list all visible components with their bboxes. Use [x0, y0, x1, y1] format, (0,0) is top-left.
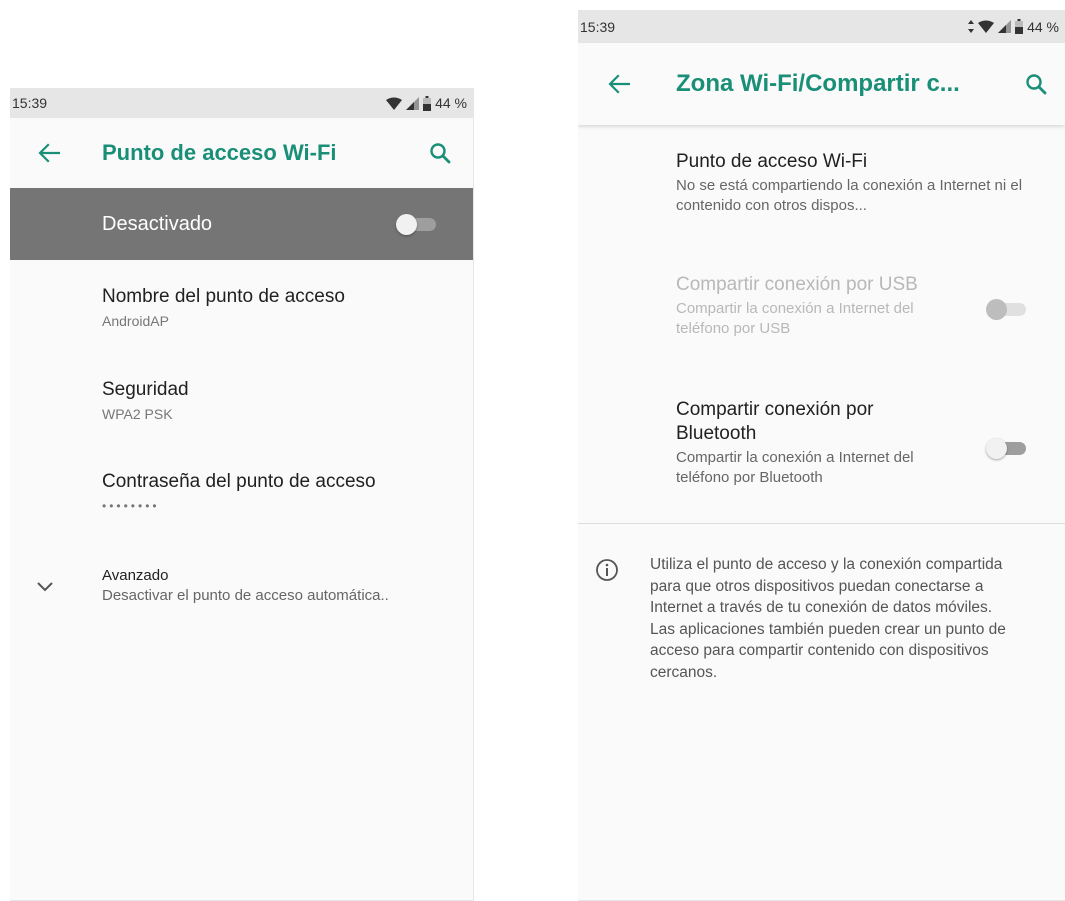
battery-percent: 44 % [435, 95, 467, 111]
list-item-advanced[interactable]: Avanzado Desactivar el punto de acceso a… [102, 566, 461, 606]
info-icon [596, 559, 618, 581]
status-bar: 15:39 44 % [10, 88, 473, 118]
arrow-left-icon [608, 74, 630, 94]
divider [578, 523, 1065, 524]
bluetooth-tethering-switch[interactable] [986, 437, 1028, 459]
master-switch-label: Desactivado [102, 212, 213, 235]
page-title: Zona Wi-Fi/Compartir c... [676, 70, 960, 97]
signal-icon [998, 20, 1012, 33]
signal-icon [406, 96, 420, 110]
list-item-security[interactable]: Seguridad WPA2 PSK [102, 378, 461, 424]
back-button[interactable] [32, 136, 66, 170]
battery-icon [423, 95, 432, 111]
page-title: Punto de acceso Wi-Fi [102, 140, 337, 165]
status-bar: 15:39 44 % [578, 10, 1065, 43]
item-title: Compartir conexión por Bluetooth [676, 399, 874, 444]
item-summary: No se está compartiendo la conexión a In… [676, 177, 1023, 214]
app-bar: Punto de acceso Wi-Fi [10, 118, 473, 188]
master-switch-bar[interactable]: Desactivado [10, 188, 473, 260]
search-button[interactable] [1021, 69, 1051, 99]
data-arrows-icon [968, 20, 975, 33]
status-icons: 44 % [386, 95, 467, 111]
status-time: 15:39 [12, 95, 48, 111]
item-title: Seguridad [102, 379, 189, 400]
wifi-icon [386, 97, 403, 110]
search-icon [1026, 74, 1047, 95]
status-icons: 44 % [968, 19, 1059, 35]
list-item-wifi-hotspot[interactable]: Punto de acceso Wi-Fi No se está compart… [676, 150, 1047, 216]
status-time: 15:39 [580, 18, 616, 35]
right-phone-screen: 15:39 44 % Zona Wi-Fi/Compartir c... Pun… [578, 10, 1065, 901]
chevron-down-icon [37, 582, 53, 592]
back-button[interactable] [602, 67, 636, 101]
item-summary: WPA2 PSK [102, 406, 173, 422]
item-title: Nombre del punto de acceso [102, 286, 345, 307]
item-title: Compartir conexión por USB [676, 274, 918, 295]
item-summary: Desactivar el punto de acceso automática… [102, 587, 389, 604]
list-item-hotspot-name[interactable]: Nombre del punto de acceso AndroidAP [102, 285, 461, 331]
list-item-usb-tethering: Compartir conexión por USB Compartir la … [676, 273, 965, 339]
search-icon [430, 143, 451, 164]
list-item-password[interactable]: Contraseña del punto de acceso •••••••• [102, 470, 461, 516]
item-summary: Compartir la conexión a Internet del tel… [676, 449, 914, 486]
info-footer-text: Utiliza el punto de acceso y la conexión… [650, 556, 1006, 681]
item-summary: AndroidAP [102, 313, 169, 329]
item-title: Punto de acceso Wi-Fi [676, 151, 868, 172]
item-summary: •••••••• [102, 499, 160, 513]
wifi-icon [978, 20, 995, 33]
battery-percent: 44 % [1027, 18, 1059, 35]
left-phone-screen: 15:39 44 % Punto de acceso Wi-Fi Desacti… [10, 88, 474, 901]
search-button[interactable] [425, 138, 455, 168]
usb-tethering-switch [986, 298, 1028, 320]
item-title: Avanzado [102, 567, 169, 584]
item-title: Contraseña del punto de acceso [102, 471, 376, 492]
app-bar: Zona Wi-Fi/Compartir c... [578, 43, 1065, 125]
battery-icon [1015, 19, 1024, 34]
master-switch[interactable] [396, 213, 438, 235]
list-item-bluetooth-tethering[interactable]: Compartir conexión por Bluetooth Compart… [676, 398, 965, 488]
arrow-left-icon [38, 143, 60, 163]
item-summary: Compartir la conexión a Internet del tel… [676, 300, 914, 337]
